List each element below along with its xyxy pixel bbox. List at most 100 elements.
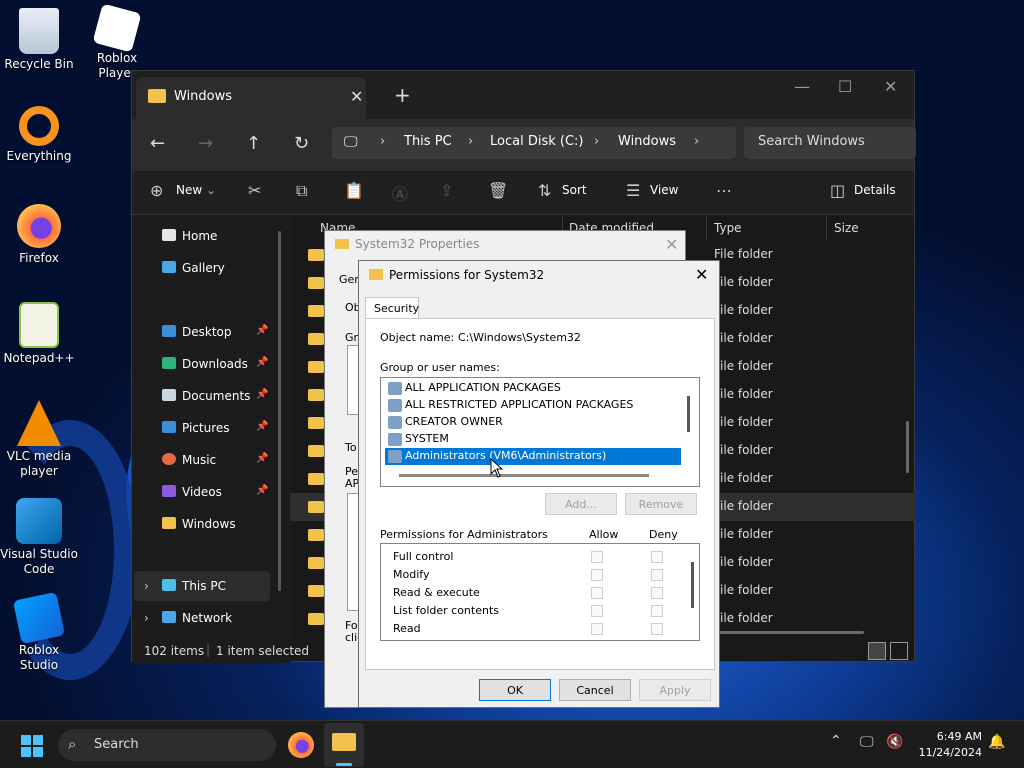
close-window-button[interactable]: ✕ bbox=[884, 77, 897, 96]
column-type[interactable]: Type bbox=[714, 221, 742, 235]
nav-item-pictures[interactable]: Pictures bbox=[162, 421, 230, 435]
desktop-icon-notepad-plus-plus[interactable]: Notepad++ bbox=[0, 302, 78, 366]
network-status-icon[interactable]: 🖵 bbox=[860, 734, 874, 750]
close-icon[interactable]: ✕ bbox=[665, 235, 678, 254]
user-list-item[interactable]: ALL RESTRICTED APPLICATION PACKAGES bbox=[385, 397, 681, 414]
deny-checkbox[interactable] bbox=[651, 587, 663, 599]
deny-checkbox[interactable] bbox=[651, 569, 663, 581]
chevron-up-icon[interactable]: ⌃ bbox=[830, 733, 842, 749]
deny-checkbox[interactable] bbox=[651, 551, 663, 563]
user-list-item[interactable]: SYSTEM bbox=[385, 431, 681, 448]
allow-checkbox[interactable] bbox=[591, 587, 603, 599]
nav-item-network[interactable]: Network bbox=[162, 611, 232, 625]
listbox-hscrollbar[interactable] bbox=[399, 474, 649, 477]
paste-icon[interactable]: 📋 bbox=[344, 181, 364, 200]
close-dialog-button[interactable]: ✕ bbox=[695, 265, 708, 284]
nav-item-videos[interactable]: Videos bbox=[162, 485, 222, 499]
column-size[interactable]: Size bbox=[834, 221, 859, 235]
refresh-icon[interactable]: ↻ bbox=[294, 133, 309, 154]
user-list-item[interactable]: Administrators (VM6\Administrators) bbox=[385, 448, 681, 465]
apply-button[interactable]: Apply bbox=[639, 679, 711, 701]
back-icon[interactable]: ← bbox=[150, 133, 165, 154]
rename-icon[interactable]: Ⓐ bbox=[392, 181, 408, 205]
desktop-icon-firefox[interactable]: Firefox bbox=[0, 204, 78, 266]
type-cell: File folder bbox=[714, 247, 773, 261]
desktop-icon-label: Notepad++ bbox=[3, 351, 75, 365]
permissions-scrollbar[interactable] bbox=[691, 562, 694, 608]
chevron-right-icon[interactable]: › bbox=[144, 579, 149, 593]
up-icon[interactable]: ↑ bbox=[246, 133, 261, 154]
listbox-scrollbar[interactable] bbox=[687, 396, 690, 432]
network-icon bbox=[162, 611, 176, 623]
more-options-icon[interactable]: ⋯ bbox=[716, 181, 732, 200]
view-button[interactable]: View bbox=[650, 183, 678, 197]
taskbar-search[interactable]: ⌕ Search bbox=[58, 729, 276, 761]
computer-icon: 🖵 bbox=[344, 134, 358, 150]
nav-scrollbar[interactable] bbox=[278, 231, 281, 591]
user-list-item[interactable]: CREATOR OWNER bbox=[385, 414, 681, 431]
desktop-icon-recycle-bin[interactable]: Recycle Bin bbox=[0, 8, 78, 72]
share-icon[interactable]: ⇪ bbox=[440, 181, 453, 200]
title-bar: Windows ✕ + — ☐ ✕ bbox=[132, 71, 914, 119]
deny-checkbox[interactable] bbox=[651, 605, 663, 617]
nav-item-gallery[interactable]: Gallery bbox=[162, 261, 225, 275]
delete-icon[interactable]: 🗑 bbox=[488, 181, 508, 200]
file-list-scrollbar[interactable] bbox=[906, 421, 909, 473]
chevron-right-icon[interactable]: › bbox=[144, 611, 149, 625]
add-button[interactable]: Add... bbox=[545, 493, 617, 515]
desktop-icon-label: Roblox Studio bbox=[18, 643, 60, 672]
forward-icon[interactable]: → bbox=[198, 133, 213, 154]
user-list-item[interactable]: ALL APPLICATION PACKAGES bbox=[385, 380, 681, 397]
deny-checkbox[interactable] bbox=[651, 623, 663, 635]
cut-icon[interactable]: ✂ bbox=[248, 181, 261, 200]
details-button[interactable]: Details bbox=[854, 183, 896, 197]
desktop-icon-label: Everything bbox=[6, 149, 72, 163]
chevron-right-icon: › bbox=[380, 134, 386, 149]
firefox-taskbar-icon[interactable] bbox=[288, 732, 314, 758]
tab-security[interactable]: Security bbox=[365, 297, 419, 319]
permission-name: Full control bbox=[393, 550, 454, 563]
ok-button[interactable]: OK bbox=[479, 679, 551, 701]
nav-item-home[interactable]: Home bbox=[162, 229, 217, 243]
pin-icon: 📌 bbox=[256, 453, 269, 464]
new-tab-button[interactable]: + bbox=[394, 83, 411, 107]
file-explorer-taskbar-button[interactable] bbox=[324, 723, 364, 767]
desktop-icon-everything[interactable]: Everything bbox=[0, 106, 78, 164]
breadcrumb[interactable]: 🖵 › This PC › Local Disk (C:) › Windows … bbox=[332, 127, 736, 159]
maximize-button[interactable]: ☐ bbox=[838, 77, 852, 96]
explorer-tab[interactable]: Windows ✕ bbox=[136, 77, 366, 119]
desktop-icon-roblox-studio[interactable]: Roblox Studio bbox=[0, 591, 78, 673]
volume-muted-icon[interactable]: 🔇 bbox=[886, 734, 903, 750]
allow-checkbox[interactable] bbox=[591, 551, 603, 563]
cancel-button[interactable]: Cancel bbox=[559, 679, 631, 701]
breadcrumb-item[interactable]: This PC bbox=[404, 134, 452, 149]
nav-item-windows[interactable]: Windows bbox=[162, 517, 236, 531]
nav-item-downloads[interactable]: Downloads bbox=[162, 357, 248, 371]
details-view-icon[interactable] bbox=[868, 642, 886, 660]
nav-item-desktop[interactable]: Desktop bbox=[162, 325, 232, 339]
allow-checkbox[interactable] bbox=[591, 569, 603, 581]
close-tab-icon[interactable]: ✕ bbox=[350, 87, 363, 106]
user-name: SYSTEM bbox=[405, 432, 449, 445]
nav-item-this-pc[interactable]: This PC bbox=[162, 579, 226, 593]
notification-bell-icon[interactable]: 🔔 bbox=[988, 734, 1005, 750]
allow-checkbox[interactable] bbox=[591, 605, 603, 617]
search-box[interactable]: Search Windows bbox=[744, 127, 916, 159]
clock[interactable]: 6:49 AM 11/24/2024 bbox=[910, 729, 982, 761]
user-listbox[interactable]: ALL APPLICATION PACKAGES ALL RESTRICTED A… bbox=[380, 377, 700, 487]
nav-item-music[interactable]: Music bbox=[162, 453, 216, 467]
allow-checkbox[interactable] bbox=[591, 623, 603, 635]
pin-icon: 📌 bbox=[256, 325, 269, 336]
breadcrumb-item[interactable]: Local Disk (C:) bbox=[490, 134, 583, 149]
sort-button[interactable]: Sort bbox=[562, 183, 587, 197]
minimize-button[interactable]: — bbox=[794, 77, 810, 96]
start-button[interactable] bbox=[21, 735, 43, 757]
nav-item-documents[interactable]: Documents bbox=[162, 389, 250, 403]
tiles-view-icon[interactable] bbox=[890, 642, 908, 660]
breadcrumb-item[interactable]: Windows bbox=[618, 134, 676, 149]
copy-icon[interactable]: ⧉ bbox=[296, 181, 307, 201]
new-button[interactable]: New bbox=[176, 183, 202, 197]
desktop-icon-vlc[interactable]: VLC media player bbox=[0, 400, 78, 479]
remove-button[interactable]: Remove bbox=[625, 493, 697, 515]
desktop-icon-vscode[interactable]: Visual Studio Code bbox=[0, 498, 78, 577]
